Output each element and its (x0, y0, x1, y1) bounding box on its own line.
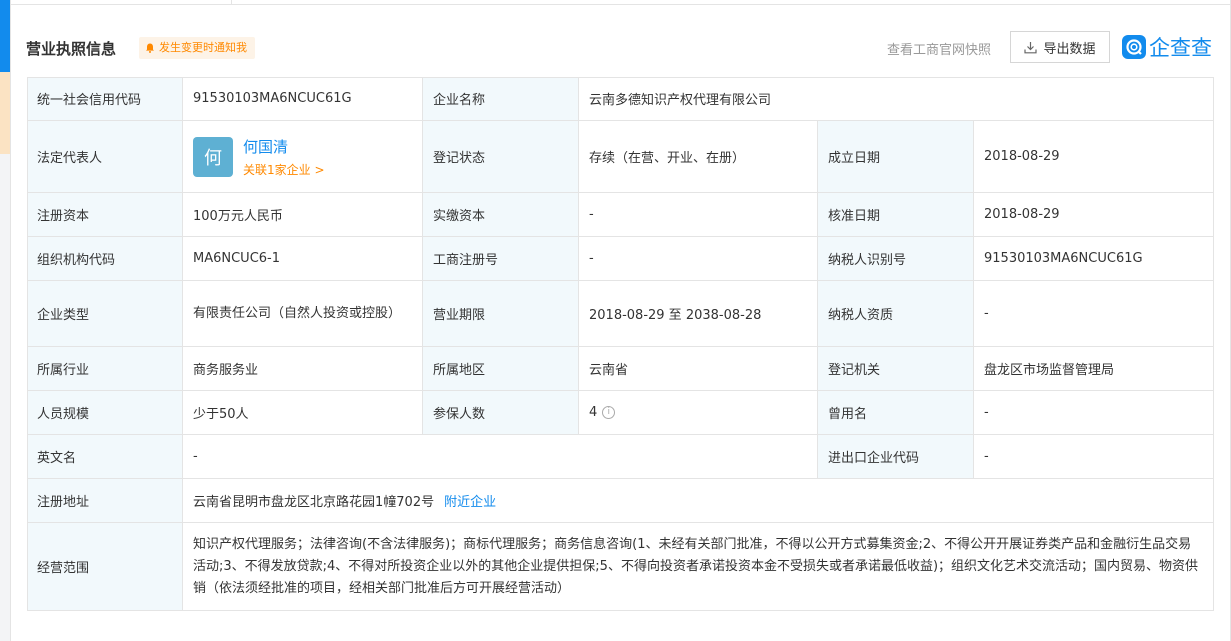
value-org-code: MA6NCUC6-1 (183, 237, 423, 281)
label-insured-count: 参保人数 (423, 391, 579, 435)
value-company-name: 云南多德知识产权代理有限公司 (579, 77, 1214, 121)
value-taxpayer-id: 91530103MA6NCUC61G (974, 237, 1214, 281)
value-paid-capital: - (579, 193, 818, 237)
value-industry: 商务服务业 (183, 347, 423, 391)
info-icon[interactable]: i (602, 406, 616, 419)
section-title: 营业执照信息 (26, 40, 117, 58)
label-company-name: 企业名称 (423, 77, 579, 121)
label-reg-authority: 登记机关 (818, 347, 974, 391)
bell-icon (146, 43, 154, 53)
label-former-name: 曾用名 (818, 391, 974, 435)
divider (10, 0, 11, 641)
value-reg-capital: 100万元人民币 (183, 193, 423, 237)
label-credit-code: 统一社会信用代码 (27, 77, 183, 121)
notify-on-change-button[interactable]: 发生变更时通知我 (139, 37, 255, 59)
value-import-export-code: - (974, 435, 1214, 479)
label-region: 所属地区 (423, 347, 579, 391)
download-icon (1024, 41, 1038, 53)
value-insured-count: 4 (589, 405, 598, 420)
label-business-term: 营业期限 (423, 281, 579, 347)
reg-address-cell: 云南省昆明市盘龙区北京路花园1幢702号 附近企业 (183, 479, 1214, 523)
value-region: 云南省 (579, 347, 818, 391)
business-license-table: 统一社会信用代码 91530103MA6NCUC61G 企业名称 云南多德知识产… (27, 77, 1214, 611)
divider (10, 4, 1231, 5)
label-paid-capital: 实缴资本 (423, 193, 579, 237)
value-company-type: 有限责任公司（自然人投资或控股） (183, 281, 423, 347)
value-reg-number: - (579, 237, 818, 281)
value-staff-size: 少于50人 (183, 391, 423, 435)
value-business-scope: 知识产权代理服务；法律咨询(不含法律服务)；商标代理服务；商务信息咨询(1、未经… (183, 523, 1214, 611)
label-staff-size: 人员规模 (27, 391, 183, 435)
qcc-logo: 企查查 (1122, 33, 1212, 61)
label-legal-rep: 法定代表人 (27, 121, 183, 193)
divider (231, 0, 232, 5)
label-taxpayer-qual: 纳税人资质 (818, 281, 974, 347)
left-rail-active-marker (0, 0, 10, 72)
value-founded-date: 2018-08-29 (974, 121, 1214, 193)
label-taxpayer-id: 纳税人识别号 (818, 237, 974, 281)
qcc-logo-icon (1122, 35, 1146, 59)
notify-label: 发生变更时通知我 (159, 41, 247, 54)
legal-rep-info: 何国清 关联1家企业 > (243, 136, 325, 178)
label-reg-address: 注册地址 (27, 479, 183, 523)
legal-rep-name-link[interactable]: 何国清 (243, 136, 325, 157)
label-reg-number: 工商注册号 (423, 237, 579, 281)
label-org-code: 组织机构代码 (27, 237, 183, 281)
label-approval-date: 核准日期 (818, 193, 974, 237)
value-english-name: - (183, 435, 818, 479)
value-reg-authority: 盘龙区市场监督管理局 (974, 347, 1214, 391)
value-approval-date: 2018-08-29 (974, 193, 1214, 237)
nearby-companies-link[interactable]: 附近企业 (444, 491, 496, 510)
label-founded-date: 成立日期 (818, 121, 974, 193)
value-former-name: - (974, 391, 1214, 435)
label-import-export-code: 进出口企业代码 (818, 435, 974, 479)
label-reg-capital: 注册资本 (27, 193, 183, 237)
legal-rep-card: 何 何国清 关联1家企业 > (183, 121, 423, 193)
export-data-button[interactable]: 导出数据 (1010, 31, 1110, 63)
left-rail-highlight (0, 72, 10, 154)
avatar: 何 (193, 136, 233, 177)
label-business-scope: 经营范围 (27, 523, 183, 611)
export-label: 导出数据 (1043, 41, 1096, 57)
value-reg-address: 云南省昆明市盘龙区北京路花园1幢702号 (193, 495, 435, 510)
value-credit-code: 91530103MA6NCUC61G (183, 77, 423, 121)
logo-text: 企查查 (1149, 36, 1212, 60)
label-english-name: 英文名 (27, 435, 183, 479)
value-business-term: 2018-08-29 至 2038-08-28 (579, 281, 818, 347)
label-company-type: 企业类型 (27, 281, 183, 347)
official-snapshot-link[interactable]: 查看工商官网快照 (887, 39, 991, 58)
value-taxpayer-qual: - (974, 281, 1214, 347)
insured-count-cell: 4 i (579, 391, 818, 435)
value-reg-status: 存续（在营、开业、在册） (579, 121, 818, 193)
label-industry: 所属行业 (27, 347, 183, 391)
label-reg-status: 登记状态 (423, 121, 579, 193)
related-companies-link[interactable]: 关联1家企业 > (243, 161, 325, 178)
